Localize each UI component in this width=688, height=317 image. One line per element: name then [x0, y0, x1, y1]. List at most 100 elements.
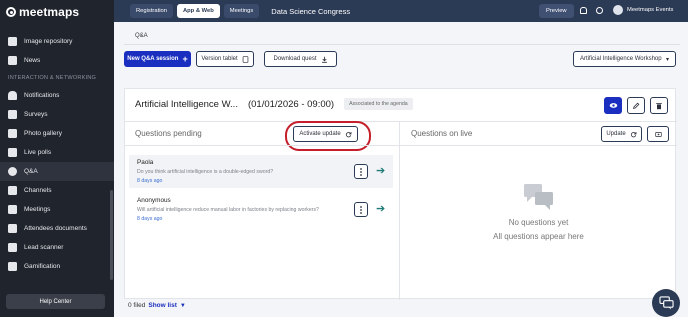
sidebar-item-label: News: [24, 57, 41, 64]
chevron-down-icon: ▾: [665, 56, 669, 63]
show-list-link[interactable]: Show list: [148, 302, 177, 309]
support-chat-button[interactable]: [652, 289, 680, 317]
top-navigation-bar: Registration App & Web Meetings Data Sci…: [114, 0, 688, 22]
tablet-icon: [242, 55, 248, 63]
update-label: Update: [606, 131, 626, 137]
download-quest-label: Download quest: [273, 56, 317, 62]
tab-app-web[interactable]: App & Web: [176, 4, 220, 18]
question-text: Do you think artificial intelligence is …: [137, 169, 274, 175]
session-name: Artificial Intelligence W...: [135, 98, 238, 110]
sidebar-item-label: Channels: [24, 187, 52, 194]
sidebar-item-image-repository[interactable]: Image repository: [0, 32, 114, 51]
brand-logo[interactable]: meetmaps: [0, 0, 114, 24]
question-time: 8 days ago: [137, 178, 163, 184]
help-center-button[interactable]: Help Center: [6, 294, 105, 309]
qa-icon: [8, 167, 17, 176]
fullscreen-button[interactable]: [647, 126, 669, 142]
session-select[interactable]: Artificial Intelligence Workshop ▾: [573, 51, 676, 67]
pending-header-divider: [125, 145, 677, 146]
trash-icon: [656, 102, 662, 109]
question-item[interactable]: Anonymous Will artificial intelligence r…: [129, 193, 393, 226]
version-tablet-label: Version tablet: [201, 56, 238, 62]
new-qa-session-label: New Q&A session: [127, 56, 179, 62]
avatar: [613, 5, 623, 15]
event-title: Data Science Congress: [271, 6, 351, 16]
sidebar-item-lead-scanner[interactable]: Lead scanner: [0, 238, 114, 257]
top-tabs: Registration App & Web Meetings: [130, 4, 260, 18]
tab-meetings[interactable]: Meetings: [223, 4, 260, 18]
sidebar-item-label: Live polls: [24, 149, 52, 156]
sidebar-item-label: Gamification: [24, 263, 61, 270]
version-tablet-button[interactable]: Version tablet: [196, 51, 254, 67]
sidebar-item-meetings[interactable]: Meetings: [0, 200, 114, 219]
sidebar-item-label: Surveys: [24, 111, 48, 118]
sidebar-item-live-polls[interactable]: Live polls: [0, 143, 114, 162]
sidebar: meetmaps Image repository News INTERACTI…: [0, 0, 114, 317]
poll-icon: [8, 148, 17, 157]
send-to-live-arrow-icon[interactable]: ➔: [376, 204, 385, 215]
more-vertical-icon: [360, 205, 362, 214]
subtab-divider: [124, 44, 680, 45]
update-button[interactable]: Update: [601, 126, 642, 142]
qa-session-card: Artificial Intelligence W... (01/01/2026…: [124, 88, 677, 300]
sidebar-item-gamification[interactable]: Gamification: [0, 257, 114, 276]
empty-state-title: No questions yet: [508, 218, 569, 227]
new-qa-session-button[interactable]: New Q&A session +: [124, 51, 191, 67]
sidebar-item-news[interactable]: News: [0, 51, 114, 70]
send-to-live-arrow-icon[interactable]: ➔: [376, 166, 385, 177]
question-author: Anonymous: [137, 197, 171, 204]
sidebar-item-label: Meetings: [24, 206, 51, 213]
brand-name: meetmaps: [19, 5, 80, 19]
filed-count: 0 filed: [128, 302, 146, 309]
view-session-button[interactable]: [604, 97, 622, 114]
account-name: Meetmaps Events: [627, 7, 674, 13]
question-text: Will artificial intelligence reduce manu…: [137, 207, 319, 213]
bell-icon: [8, 91, 17, 100]
documents-icon: [8, 224, 17, 233]
sidebar-item-photo-gallery[interactable]: Photo gallery: [0, 124, 114, 143]
question-item[interactable]: Paola Do you think artificial intelligen…: [129, 155, 393, 188]
account-menu[interactable]: Meetmaps Events: [613, 5, 673, 15]
clipboard-icon: [8, 110, 17, 119]
meetmaps-logo-icon: [6, 7, 16, 17]
question-time: 8 days ago: [137, 216, 163, 222]
sidebar-section-interaction: INTERACTION & NETWORKING: [8, 75, 97, 81]
sidebar-item-label: Photo gallery: [24, 130, 62, 137]
sidebar-item-channels[interactable]: Channels: [0, 181, 114, 200]
scanner-icon: [8, 243, 17, 252]
empty-state-subtitle: All questions appear here: [493, 232, 584, 241]
tab-qa[interactable]: Q&A: [135, 33, 148, 39]
tab-registration[interactable]: Registration: [130, 4, 173, 18]
eye-icon: [609, 103, 617, 108]
channels-icon: [8, 186, 17, 195]
question-more-button[interactable]: [354, 202, 368, 217]
session-select-value: Artificial Intelligence Workshop: [580, 56, 662, 62]
news-icon: [8, 56, 17, 65]
sidebar-item-label: Attendees documents: [24, 225, 87, 232]
delete-session-button[interactable]: [650, 97, 668, 114]
info-icon[interactable]: [596, 7, 603, 14]
edit-session-button[interactable]: [627, 97, 645, 114]
sidebar-item-notifications[interactable]: Notifications: [0, 86, 114, 105]
caret-down-icon[interactable]: ▼: [180, 303, 186, 309]
session-time: (01/01/2026 - 09:00): [247, 98, 335, 110]
question-more-button[interactable]: [354, 164, 368, 179]
sidebar-item-label: Lead scanner: [24, 244, 64, 251]
refresh-icon: [630, 131, 637, 137]
download-icon: [321, 56, 327, 63]
image-icon: [8, 37, 17, 46]
chat-bubbles-icon: [524, 184, 553, 210]
activate-update-highlight: [285, 121, 371, 151]
sidebar-item-attendees-documents[interactable]: Attendees documents: [0, 219, 114, 238]
question-author: Paola: [137, 159, 154, 166]
sidebar-item-surveys[interactable]: Surveys: [0, 105, 114, 124]
sidebar-item-label: Q&A: [24, 168, 38, 175]
edit-icon: [633, 102, 640, 109]
preview-button[interactable]: Preview: [539, 4, 574, 18]
sidebar-item-label: Image repository: [24, 38, 73, 45]
sidebar-item-qa[interactable]: Q&A: [0, 162, 114, 181]
sidebar-scrollbar[interactable]: [110, 190, 113, 280]
photo-icon: [8, 129, 17, 138]
download-quest-button[interactable]: Download quest: [264, 51, 337, 67]
bell-icon[interactable]: [580, 7, 587, 14]
